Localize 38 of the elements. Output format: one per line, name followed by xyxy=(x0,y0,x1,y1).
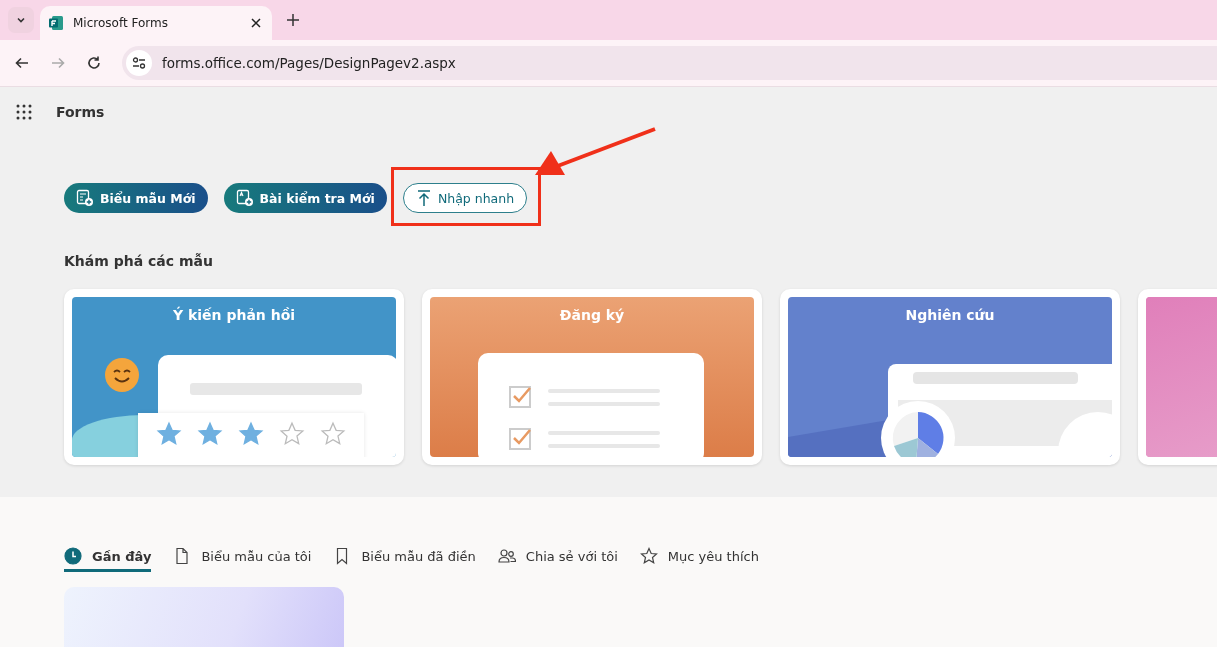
nav-tab[interactable]: Biểu mẫu đã điền xyxy=(333,547,476,572)
template-title: Nghiên cứu xyxy=(905,307,995,323)
template-title: Đăng ký xyxy=(559,307,625,323)
smiley-icon xyxy=(104,357,140,393)
form-add-icon xyxy=(76,189,94,207)
nav-tab[interactable]: Mục yêu thích xyxy=(639,547,759,572)
nav-tab[interactable]: Biểu mẫu của tôi xyxy=(173,547,312,572)
app-launcher-icon[interactable] xyxy=(15,103,33,121)
url-text: forms.office.com/Pages/DesignPagev2.aspx xyxy=(162,55,456,71)
people-icon xyxy=(497,547,516,565)
upload-icon xyxy=(415,189,432,207)
browser-tab[interactable]: Microsoft Forms xyxy=(40,6,272,40)
reload-icon[interactable] xyxy=(86,55,102,71)
browser-tab-title: Microsoft Forms xyxy=(73,16,169,30)
star-icon xyxy=(156,421,182,447)
nav-tab[interactable]: Gần đây xyxy=(64,547,152,572)
app-title: Forms xyxy=(56,104,105,120)
star-icon xyxy=(238,421,264,447)
new-tab-icon[interactable] xyxy=(286,13,300,27)
new-form-button[interactable]: Biểu mẫu Mới xyxy=(64,183,208,213)
forms-logo-icon xyxy=(48,15,64,31)
template-card[interactable]: Nghiên cứu xyxy=(780,289,1120,465)
back-arrow-icon[interactable] xyxy=(14,55,30,71)
template-title: Ý kiến phản hồi xyxy=(172,307,296,323)
site-settings-icon[interactable] xyxy=(126,50,152,76)
new-quiz-button[interactable]: Bài kiểm tra Mới xyxy=(223,183,387,213)
section-heading: Khám phá các mẫu xyxy=(64,253,214,269)
quiz-add-icon xyxy=(235,189,254,207)
quick-import-button[interactable]: Nhập nhanh xyxy=(402,183,528,213)
star-icon xyxy=(639,547,658,565)
nav-tab[interactable]: Chia sẻ với tôi xyxy=(497,547,618,572)
chart-badge xyxy=(1058,412,1112,457)
clock-icon xyxy=(64,547,82,565)
star-icon xyxy=(197,421,223,447)
star-icon xyxy=(320,421,346,447)
star-icon xyxy=(279,421,305,447)
address-bar[interactable]: forms.office.com/Pages/DesignPagev2.aspx xyxy=(122,46,1217,80)
close-icon[interactable] xyxy=(250,17,262,29)
